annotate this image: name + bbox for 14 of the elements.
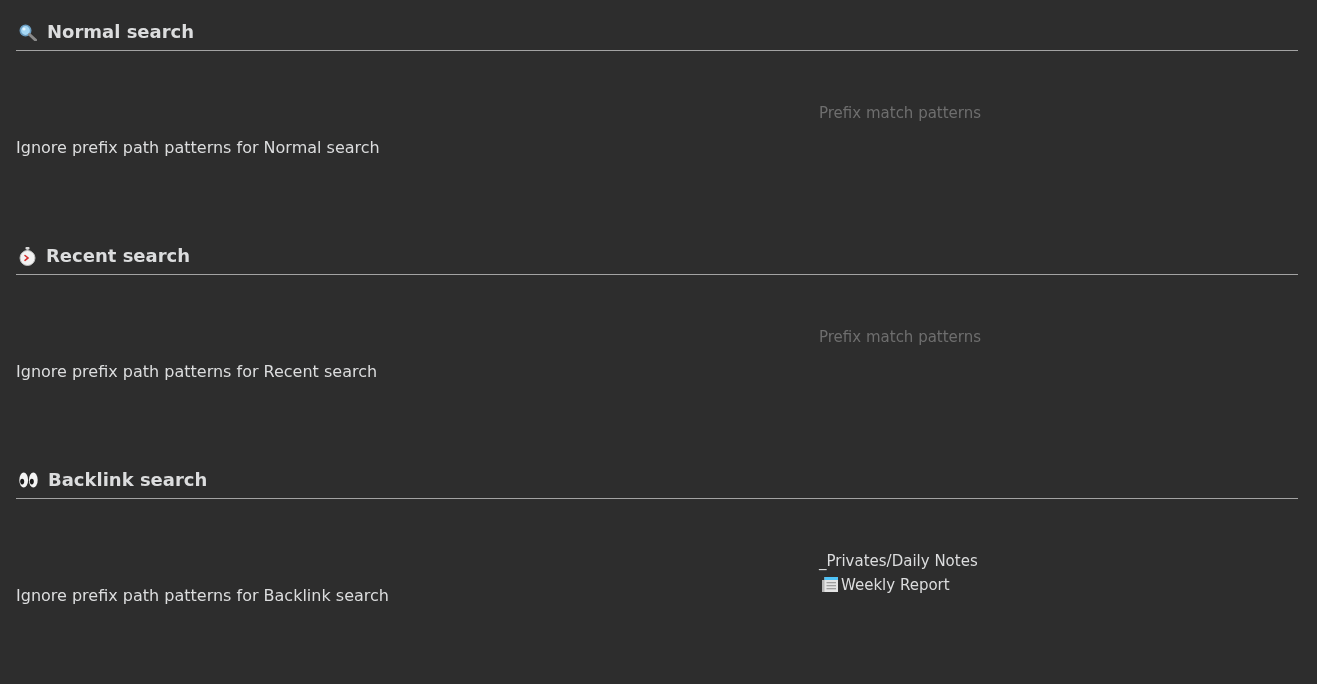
search-icon (19, 23, 37, 41)
patterns-field[interactable]: _Privates/Daily Notes Weekly Report (819, 548, 1298, 643)
pattern-text: _Privates/Daily Notes (819, 550, 978, 572)
pattern-text: Weekly Report (841, 574, 950, 596)
patterns-field[interactable]: Prefix match patterns (819, 324, 1298, 419)
stopwatch-icon (19, 246, 36, 266)
setting-label: Ignore prefix path patterns for Normal search (16, 136, 380, 159)
setting-label: Ignore prefix path patterns for Backlink search (16, 584, 389, 607)
section-title: Backlink search (48, 468, 208, 492)
eyes-icon (19, 472, 38, 488)
patterns-field[interactable]: Prefix match patterns (819, 100, 1298, 195)
section-title: Recent search (46, 244, 191, 268)
section-title: Normal search (47, 20, 195, 44)
setting-label: Ignore prefix path patterns for Recent search (16, 360, 378, 383)
